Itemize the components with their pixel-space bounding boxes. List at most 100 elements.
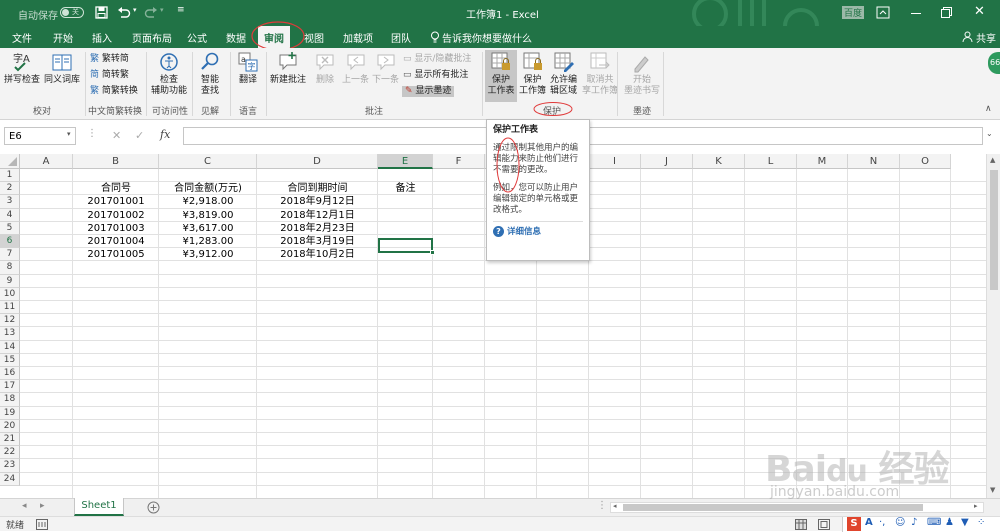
to-traditional-button[interactable]: 繁 繁转简 <box>90 54 129 65</box>
table-cell[interactable]: 2018年12月1日 <box>257 209 378 222</box>
table-cell[interactable]: 2018年9月12日 <box>257 195 378 208</box>
ime-language-icon[interactable]: A <box>865 517 873 528</box>
table-cell[interactable]: 2018年2月23日 <box>257 222 378 235</box>
ime-keyboard-icon[interactable]: ⌨ <box>927 517 941 528</box>
row-header[interactable]: 21 <box>0 433 20 447</box>
tab-home[interactable]: 开始 <box>53 30 73 45</box>
row-header[interactable]: 9 <box>0 274 20 288</box>
row-header[interactable]: 5 <box>0 221 20 235</box>
table-cell[interactable]: 备注 <box>378 182 433 195</box>
row-header[interactable]: 10 <box>0 287 20 301</box>
tab-addins[interactable]: 加载项 <box>343 30 373 45</box>
tab-file[interactable]: 文件 <box>12 30 32 45</box>
undo-icon[interactable] <box>117 6 131 19</box>
row-header[interactable]: 8 <box>0 261 20 275</box>
spell-check-button[interactable]: 字A 拼写检查 <box>4 51 40 86</box>
active-cell-e6[interactable] <box>378 238 433 253</box>
table-cell[interactable]: 合同号 <box>73 182 159 195</box>
previous-comment-button[interactable]: 上一条 <box>342 51 369 86</box>
share-button[interactable]: 共享 <box>976 30 996 45</box>
save-icon[interactable] <box>95 6 108 19</box>
row-header[interactable]: 15 <box>0 353 20 367</box>
redo-icon[interactable] <box>144 6 158 19</box>
restore-icon[interactable] <box>941 7 952 18</box>
row-header[interactable]: 23 <box>0 459 20 473</box>
table-cell[interactable]: 201701002 <box>73 209 159 222</box>
vertical-scroll-thumb[interactable] <box>990 170 998 290</box>
scroll-left-icon[interactable]: ◂ <box>613 502 617 510</box>
ime-skin-icon[interactable]: ▼ <box>961 517 969 528</box>
chinese-convert-button[interactable]: 繁 简繁转换 <box>90 86 138 97</box>
row-header[interactable]: 11 <box>0 301 20 315</box>
row-header[interactable]: 18 <box>0 393 20 407</box>
row-header[interactable]: 20 <box>0 419 20 433</box>
translate-button[interactable]: a字 翻译 <box>237 51 259 86</box>
tab-page-layout[interactable]: 页面布局 <box>132 30 172 45</box>
row-header[interactable]: 16 <box>0 367 20 381</box>
column-header[interactable]: L <box>745 154 797 169</box>
show-all-comments-button[interactable]: ▭ 显示所有批注 <box>403 70 468 81</box>
cancel-entry-icon[interactable]: ✕ <box>112 129 121 142</box>
column-header[interactable]: M <box>797 154 848 169</box>
tab-data[interactable]: 数据 <box>226 30 246 45</box>
sheet-scroll-right-icon[interactable]: ▸ <box>40 501 45 511</box>
new-sheet-icon[interactable] <box>147 501 160 514</box>
column-header[interactable]: O <box>900 154 951 169</box>
normal-view-icon[interactable] <box>795 519 807 530</box>
table-cell[interactable]: 201701005 <box>73 248 159 261</box>
row-header[interactable]: 3 <box>0 195 20 209</box>
horizontal-scroll-thumb[interactable] <box>623 504 923 511</box>
row-header[interactable]: 1 <box>0 169 20 183</box>
confirm-entry-icon[interactable]: ✓ <box>135 129 144 142</box>
table-cell[interactable]: 201701003 <box>73 222 159 235</box>
row-header[interactable]: 12 <box>0 314 20 328</box>
row-header[interactable]: 6 <box>0 235 20 249</box>
row-header[interactable]: 17 <box>0 380 20 394</box>
share-person-icon[interactable] <box>962 31 973 42</box>
row-header[interactable]: 24 <box>0 472 20 486</box>
expand-formula-bar-icon[interactable]: ⌄ <box>986 129 993 138</box>
column-header[interactable]: K <box>693 154 745 169</box>
row-header[interactable]: 22 <box>0 446 20 460</box>
table-cell[interactable]: 201701004 <box>73 235 159 248</box>
next-comment-button[interactable]: 下一条 <box>372 51 399 86</box>
table-cell[interactable]: ¥3,819.00 <box>159 209 257 222</box>
row-header[interactable]: 14 <box>0 340 20 354</box>
column-header[interactable]: F <box>433 154 485 169</box>
horizontal-scrollbar[interactable]: ◂ ▸ <box>610 502 984 513</box>
start-inking-button[interactable]: 开始 墨迹书写 <box>624 51 660 97</box>
table-cell[interactable]: ¥2,918.00 <box>159 195 257 208</box>
name-box[interactable] <box>4 127 76 145</box>
ime-user-icon[interactable]: ♟ <box>945 517 954 528</box>
ime-toolbox-icon[interactable]: ⁘ <box>977 517 985 528</box>
column-header[interactable]: I <box>589 154 641 169</box>
scroll-right-icon[interactable]: ▸ <box>974 502 978 510</box>
scroll-up-icon[interactable]: ▲ <box>990 156 995 164</box>
new-comment-button[interactable]: 新建批注 <box>270 51 306 86</box>
show-ink-button[interactable]: ✎ 显示墨迹 <box>402 86 455 97</box>
row-header[interactable]: 2 <box>0 182 20 196</box>
column-header[interactable]: N <box>848 154 900 169</box>
column-header[interactable]: A <box>20 154 73 169</box>
table-cell[interactable]: ¥3,912.00 <box>159 248 257 261</box>
table-cell[interactable]: 合同到期时间 <box>257 182 378 195</box>
protect-workbook-button[interactable]: 保护 工作簿 <box>519 51 546 97</box>
tab-team[interactable]: 团队 <box>391 30 411 45</box>
tell-me-search[interactable]: 告诉我你想要做什么 <box>442 30 532 45</box>
thesaurus-button[interactable]: 同义词库 <box>44 51 80 86</box>
minimize-icon[interactable] <box>911 13 921 14</box>
row-header[interactable]: 4 <box>0 208 20 222</box>
sheet-scroll-left-icon[interactable]: ◂ <box>22 501 27 511</box>
macro-record-icon[interactable] <box>36 519 48 530</box>
customize-quick-access-icon[interactable]: ≡ <box>177 5 185 15</box>
vertical-scrollbar[interactable]: ▲ ▼ <box>986 154 1000 498</box>
smart-lookup-button[interactable]: 智能 查找 <box>199 51 221 97</box>
tab-formulas[interactable]: 公式 <box>187 30 207 45</box>
table-cell[interactable]: 201701001 <box>73 195 159 208</box>
check-accessibility-button[interactable]: 检查 辅助功能 <box>151 51 187 97</box>
ime-punctuation-icon[interactable]: ·, <box>879 517 885 528</box>
sogou-ime-icon[interactable]: S <box>847 517 861 531</box>
delete-comment-button[interactable]: 删除 <box>314 51 336 86</box>
page-layout-view-icon[interactable] <box>818 519 830 530</box>
column-header[interactable]: B <box>73 154 159 169</box>
